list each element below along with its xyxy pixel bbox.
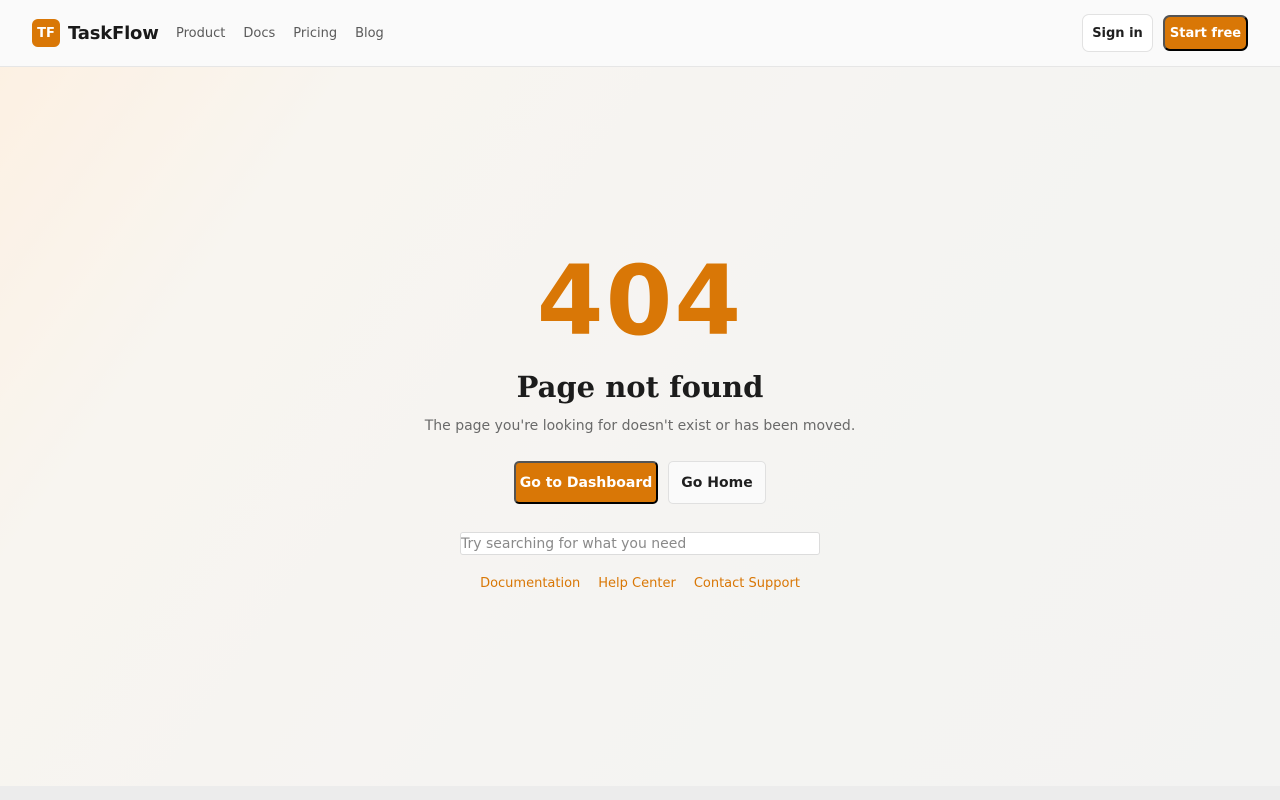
brand-logo-link[interactable]: TF TaskFlow [32, 19, 159, 47]
footer-strip [0, 786, 1280, 800]
nav-link-docs[interactable]: Docs [243, 26, 275, 41]
contact-support-link[interactable]: Contact Support [694, 576, 800, 591]
sign-in-button[interactable]: Sign in [1082, 14, 1153, 52]
start-free-button[interactable]: Start free [1163, 15, 1248, 51]
help-center-link[interactable]: Help Center [598, 576, 676, 591]
search-input[interactable] [460, 532, 820, 555]
go-to-dashboard-button[interactable]: Go to Dashboard [514, 461, 658, 504]
documentation-link[interactable]: Documentation [480, 576, 580, 591]
error-code: 404 [536, 245, 744, 357]
brand-name: TaskFlow [68, 22, 159, 44]
not-found-content: 404 Page not found The page you're looki… [0, 67, 1280, 786]
page-title: Page not found [516, 370, 764, 404]
nav-link-pricing[interactable]: Pricing [293, 26, 337, 41]
nav-link-product[interactable]: Product [176, 26, 225, 41]
logo-mark: TF [32, 19, 60, 47]
go-home-button[interactable]: Go Home [668, 461, 766, 504]
error-description: The page you're looking for doesn't exis… [424, 418, 856, 434]
help-links: Documentation Help Center Contact Suppor… [0, 576, 1280, 591]
nav-link-blog[interactable]: Blog [355, 26, 384, 41]
top-navigation-bar: TF TaskFlow Product Docs Pricing Blog Si… [0, 0, 1280, 67]
primary-nav: Product Docs Pricing Blog [176, 24, 402, 42]
